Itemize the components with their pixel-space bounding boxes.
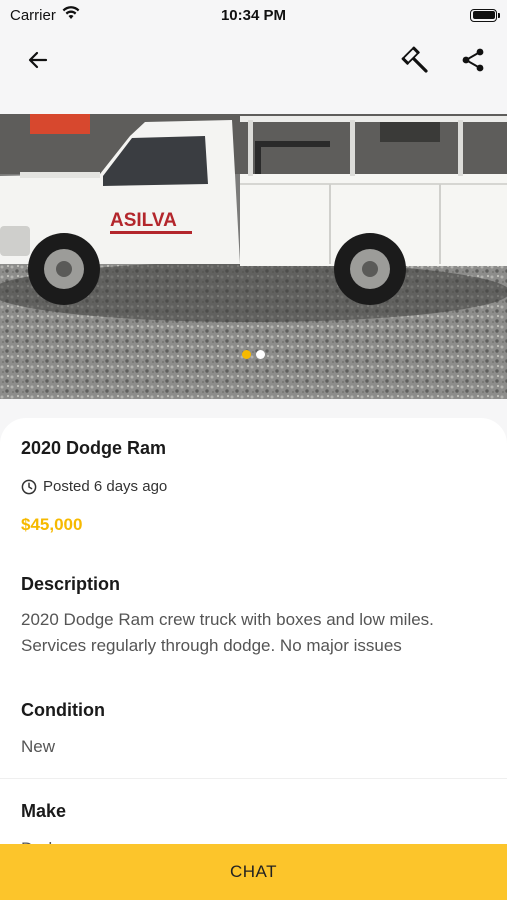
- gallery-pagination: [0, 350, 507, 359]
- condition-value: New: [21, 737, 56, 756]
- status-left: Carrier: [10, 6, 80, 24]
- description-text: 2020 Dodge Ram crew truck with boxes and…: [21, 610, 434, 655]
- status-bar: Carrier 10:34 PM: [0, 0, 507, 30]
- gallery-dot-2[interactable]: [256, 350, 265, 359]
- nav-actions: [399, 44, 489, 76]
- bid-button[interactable]: [399, 44, 431, 76]
- gavel-icon: [401, 46, 428, 73]
- wifi-icon: [62, 6, 80, 24]
- posted-label: Posted 6 days ago: [43, 478, 168, 495]
- chat-button[interactable]: CHAT: [0, 844, 507, 900]
- condition-heading: Condition: [21, 700, 105, 720]
- arrow-left-icon: [28, 51, 48, 69]
- listing-title: 2020 Dodge Ram: [21, 438, 167, 458]
- gallery-dot-1[interactable]: [242, 350, 251, 359]
- share-button[interactable]: [457, 44, 489, 76]
- nav-bar: [0, 30, 507, 90]
- description-heading: Description: [21, 574, 121, 594]
- battery-icon: [470, 8, 500, 22]
- carrier-label: Carrier: [10, 6, 56, 24]
- share-icon: [462, 48, 484, 72]
- posted-time: Posted 6 days ago: [21, 478, 167, 495]
- truck-logo-text: ASILVA: [110, 210, 177, 231]
- back-button[interactable]: [22, 44, 54, 76]
- listing-photo-gallery[interactable]: ASILVA: [0, 114, 507, 399]
- make-heading: Make: [21, 801, 67, 821]
- clock-icon: [21, 479, 37, 494]
- listing-price: $45,000: [21, 515, 83, 534]
- listing-details-card: 2020 Dodge Ram Posted 6 days ago $45,000…: [0, 418, 507, 900]
- section-divider: [0, 778, 507, 779]
